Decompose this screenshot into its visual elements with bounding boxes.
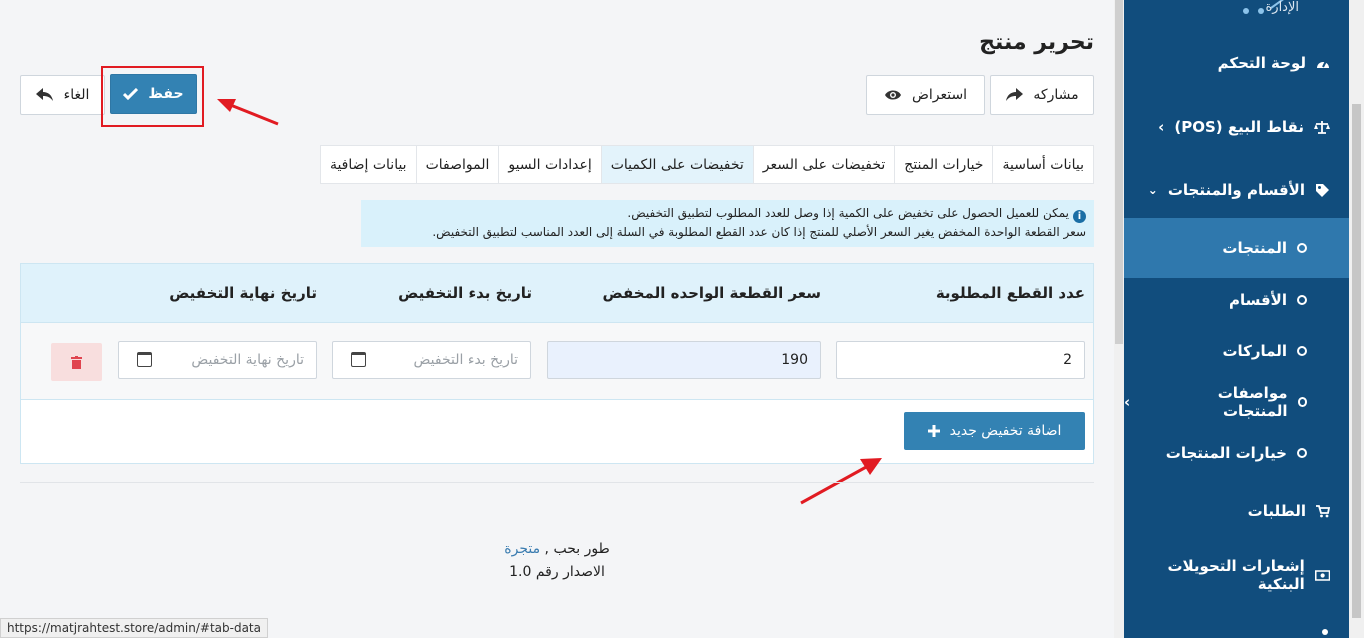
sidebar-item-pos[interactable]: نقاط البيع (POS) ›: [1124, 97, 1349, 157]
tab-extra-data[interactable]: بيانات إضافية: [321, 146, 416, 183]
quantity-discount-table: عدد القطع المطلوبة سعر القطعة الواحده ال…: [20, 263, 1094, 464]
brand-link[interactable]: متجرة: [504, 541, 540, 557]
calendar-icon: [137, 352, 152, 367]
tab-product-options[interactable]: خيارات المنتج: [894, 146, 992, 183]
cancel-button[interactable]: الغاء: [20, 75, 105, 115]
tab-specifications[interactable]: المواصفات: [415, 146, 499, 183]
footer-developed-by: طور بحب ,: [544, 541, 610, 557]
footer-credit: طور بحب , متجرة: [0, 541, 1114, 557]
header-end-date: تاريخ نهاية التخفيض: [169, 284, 317, 302]
tag-icon: [1316, 183, 1329, 197]
scale-icon: [1314, 121, 1330, 134]
info-alert: i يمكن للعميل الحصول على تخفيض على الكمية…: [361, 200, 1094, 247]
annotation-arrow-add: [800, 458, 882, 505]
circle-icon: [1297, 448, 1307, 458]
price-input[interactable]: 190: [547, 341, 821, 379]
header-start-date: تاريخ بدء التخفيض: [398, 284, 532, 302]
info-line-1: يمكن للعميل الحصول على تخفيض على الكمية …: [627, 206, 1069, 220]
cart-icon: [1316, 504, 1330, 517]
main-scrollbar[interactable]: [1114, 0, 1124, 638]
tab-bar: بيانات أساسية خيارات المنتج تخفيضات على …: [319, 145, 1094, 184]
status-bar-url: https://matjrahtest.store/admin/#tab-dat…: [0, 618, 268, 638]
cancel-label: الغاء: [63, 87, 90, 103]
tab-seo-settings[interactable]: إعدادات السيو: [498, 146, 600, 183]
sidebar-item-categories-products[interactable]: الأقسام والمنتجات ⌄: [1124, 160, 1349, 220]
sidebar-item-dashboard[interactable]: لوحة التحكم: [1124, 33, 1349, 93]
circle-icon: [1297, 295, 1307, 305]
tab-price-discounts[interactable]: تخفيضات على السعر: [752, 146, 895, 183]
main-content: تحرير منتج الغاء حفظ استعراض مشاركه بيان…: [0, 0, 1114, 638]
share-icon: [1006, 88, 1024, 101]
sidebar-item-products[interactable]: المنتجات: [1124, 218, 1349, 278]
sidebar-scrollbar[interactable]: [1349, 0, 1364, 638]
quantity-input[interactable]: 2: [836, 341, 1085, 379]
end-date-placeholder: تاريخ نهاية التخفيض: [191, 352, 304, 368]
circle-icon: [1297, 397, 1307, 407]
dashboard-icon: [1317, 60, 1329, 68]
user-icon: [1322, 629, 1328, 635]
start-date-input[interactable]: تاريخ بدء التخفيض: [332, 341, 531, 379]
share-label: مشاركه: [1033, 87, 1079, 103]
save-highlight-box: [101, 66, 204, 127]
tab-quantity-discounts[interactable]: تخفيضات على الكميات: [600, 146, 753, 183]
preview-label: استعراض: [911, 87, 968, 103]
preview-button[interactable]: استعراض: [866, 75, 985, 115]
table-header: عدد القطع المطلوبة سعر القطعة الواحده ال…: [21, 264, 1093, 323]
sidebar-item-orders[interactable]: الطلبات: [1124, 481, 1349, 541]
sidebar: الإدارة لوحة التحكم نقاط البيع (POS) › ا…: [1124, 0, 1349, 638]
eye-icon: [884, 90, 901, 100]
add-discount-label: اضافة تخفيض جديد: [949, 423, 1062, 439]
start-date-placeholder: تاريخ بدء التخفيض: [413, 352, 518, 368]
calendar-icon: [351, 352, 366, 367]
chevron-right-icon: ›: [1158, 118, 1165, 136]
circle-icon: [1297, 346, 1307, 356]
share-button[interactable]: مشاركه: [990, 75, 1094, 115]
sidebar-item-product-options[interactable]: خيارات المنتجات: [1124, 423, 1349, 483]
reply-icon: [35, 88, 53, 101]
money-icon: [1314, 569, 1330, 581]
header-quantity: عدد القطع المطلوبة: [935, 284, 1085, 302]
footer-version: الاصدار رقم 1.0: [509, 564, 605, 580]
chevron-down-icon: ⌄: [1147, 183, 1158, 197]
annotation-arrow-save: [217, 99, 279, 126]
sidebar-item-bank-transfers[interactable]: إشعارات التحويلات البنكية: [1124, 545, 1349, 605]
info-icon: i: [1073, 210, 1086, 223]
trash-icon: [71, 355, 82, 369]
delete-row-button[interactable]: [51, 343, 102, 381]
divider: [20, 482, 1094, 483]
circle-icon: [1297, 243, 1307, 253]
plus-icon: [927, 425, 940, 437]
info-line-2: سعر القطعة الواحدة المخفض يغير السعر الأ…: [432, 225, 1086, 239]
table-row: 2 190 تاريخ بدء التخفيض تاريخ نهاية التخ…: [21, 323, 1093, 400]
chevron-right-icon: ›: [1124, 393, 1131, 411]
add-discount-button[interactable]: اضافة تخفيض جديد: [904, 412, 1085, 450]
tab-basic-data[interactable]: بيانات أساسية: [992, 146, 1093, 183]
header-price: سعر القطعة الواحده المخفض: [602, 284, 821, 302]
page-title: تحرير منتج: [979, 30, 1094, 55]
end-date-input[interactable]: تاريخ نهاية التخفيض: [118, 341, 317, 379]
